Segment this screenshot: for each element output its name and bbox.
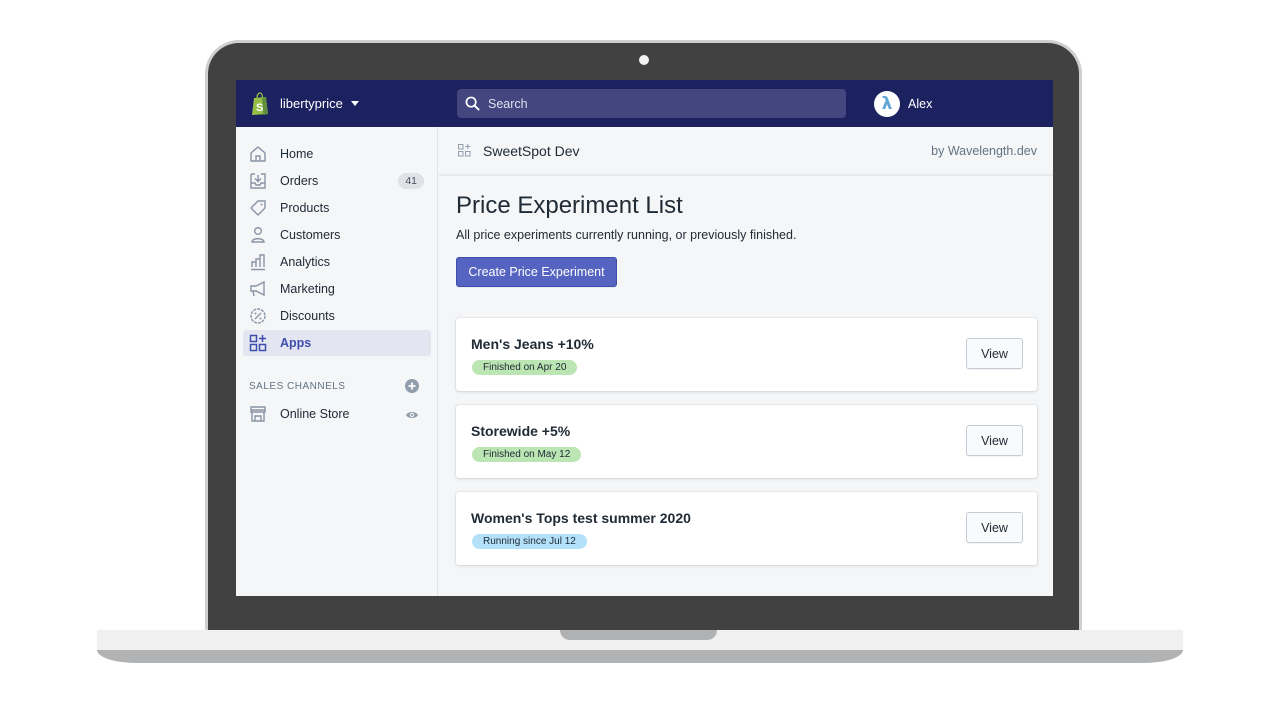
sales-channels-heading: SALES CHANNELS — [249, 381, 346, 392]
top-bar: S libertyprice Search λ Alex — [236, 80, 1053, 127]
status-badge: Finished on Apr 20 — [472, 360, 578, 375]
status-badge: Finished on May 12 — [472, 447, 582, 462]
create-price-experiment-button[interactable]: Create Price Experiment — [456, 257, 617, 287]
sidebar-item-label: Orders — [280, 174, 319, 188]
experiment-card: Women's Tops test summer 2020 Running si… — [456, 492, 1037, 565]
app-developer[interactable]: by Wavelength.dev — [931, 144, 1037, 158]
sidebar-item-analytics[interactable]: Analytics — [243, 249, 431, 275]
svg-text:S: S — [256, 102, 263, 114]
experiment-name: Men's Jeans +10% — [471, 336, 594, 352]
discount-icon — [248, 306, 268, 326]
sidebar-item-label: Discounts — [280, 309, 335, 323]
search-placeholder: Search — [488, 96, 528, 111]
experiment-card: Men's Jeans +10% Finished on Apr 20 View — [456, 318, 1037, 391]
sidebar-item-products[interactable]: Products — [243, 195, 431, 221]
orders-count-badge: 41 — [398, 173, 424, 189]
sidebar: Home Orders 41 Products Customers Analyt… — [236, 127, 438, 596]
eye-icon[interactable] — [405, 408, 419, 422]
megaphone-icon — [248, 279, 268, 299]
store-name: libertyprice — [280, 96, 343, 111]
sidebar-item-discounts[interactable]: Discounts — [243, 303, 431, 329]
laptop-mockup: S libertyprice Search λ Alex Home Orders… — [0, 0, 1280, 720]
sidebar-item-apps[interactable]: Apps — [243, 330, 431, 356]
sidebar-item-label: Marketing — [280, 282, 335, 296]
page-title: Price Experiment List — [456, 192, 683, 219]
sidebar-item-label: Online Store — [280, 407, 350, 421]
sidebar-item-orders[interactable]: Orders 41 — [243, 168, 431, 194]
status-badge: Running since Jul 12 — [472, 534, 587, 549]
add-sales-channel-icon[interactable] — [405, 379, 419, 393]
person-icon — [248, 225, 268, 245]
avatar: λ — [874, 90, 900, 117]
screen: S libertyprice Search λ Alex Home Orders… — [236, 80, 1053, 596]
sidebar-item-label: Apps — [280, 336, 312, 350]
user-menu[interactable]: λ Alex — [874, 90, 933, 117]
store-switcher[interactable]: S libertyprice — [250, 91, 457, 116]
view-button[interactable]: View — [966, 425, 1023, 456]
view-button[interactable]: View — [966, 338, 1023, 369]
orders-icon — [248, 171, 268, 191]
laptop-notch — [560, 630, 717, 640]
sidebar-item-label: Customers — [280, 228, 341, 242]
apps-icon — [248, 333, 268, 353]
tag-icon — [248, 198, 268, 218]
sidebar-item-online-store[interactable]: Online Store — [243, 401, 431, 427]
sidebar-item-home[interactable]: Home — [243, 141, 431, 167]
experiment-name: Women's Tops test summer 2020 — [471, 510, 691, 526]
app-header: SweetSpot Dev by Wavelength.dev — [439, 127, 1053, 176]
camera-dot — [639, 55, 649, 65]
experiment-card: Storewide +5% Finished on May 12 View — [456, 405, 1037, 478]
shopify-bag-icon: S — [252, 91, 268, 115]
bar-chart-icon — [248, 252, 268, 272]
sidebar-item-label: Analytics — [280, 255, 331, 269]
experiment-name: Storewide +5% — [471, 423, 571, 439]
sidebar-item-marketing[interactable]: Marketing — [243, 276, 431, 302]
page-subtitle: All price experiments currently running,… — [456, 228, 797, 242]
sidebar-item-label: Home — [280, 147, 314, 161]
search-icon — [465, 96, 480, 111]
main-content: SweetSpot Dev by Wavelength.dev Price Ex… — [439, 127, 1053, 596]
search-input[interactable]: Search — [457, 89, 846, 118]
laptop-base-bottom — [97, 650, 1183, 663]
caret-down-icon — [350, 101, 359, 106]
sidebar-item-label: Products — [280, 201, 330, 215]
app-name: SweetSpot Dev — [483, 142, 580, 159]
home-icon — [248, 144, 268, 164]
view-button[interactable]: View — [966, 512, 1023, 543]
sidebar-item-customers[interactable]: Customers — [243, 222, 431, 248]
store-icon — [248, 404, 268, 424]
apps-icon — [458, 144, 471, 157]
user-name: Alex — [908, 96, 933, 111]
